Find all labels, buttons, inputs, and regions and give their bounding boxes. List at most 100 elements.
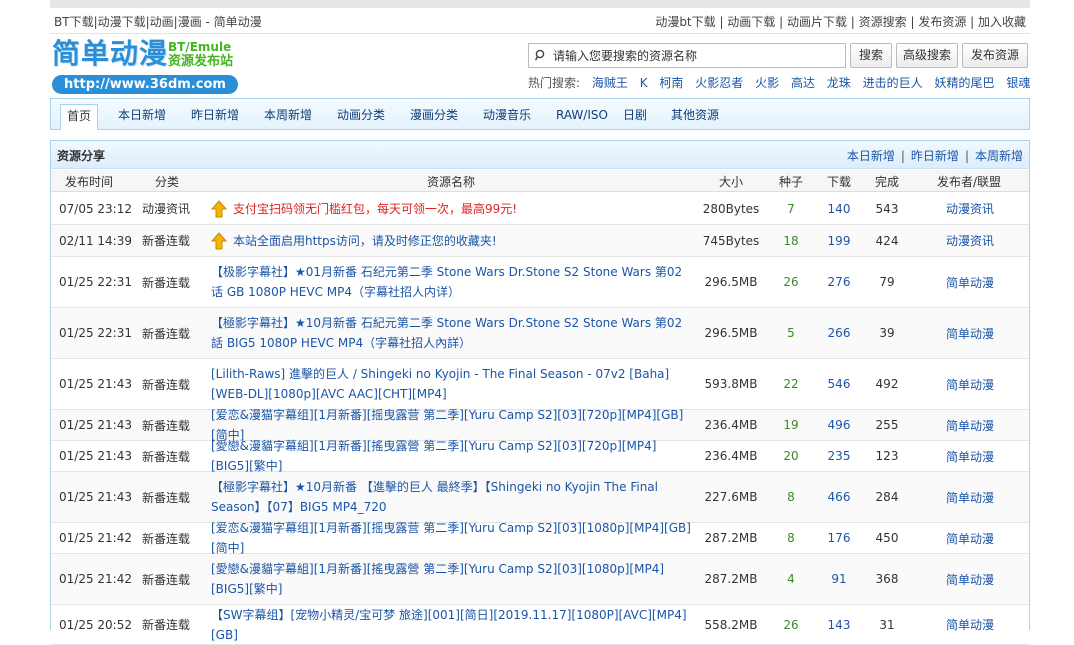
row-category-text[interactable]: 新番连载: [142, 530, 190, 547]
row-category[interactable]: 新番连载: [131, 359, 201, 409]
row-category-text[interactable]: 新番连载: [142, 448, 190, 465]
row-name-text[interactable]: [Lilith-Raws] 進擊的巨人 / Shingeki no Kyojin…: [211, 364, 691, 404]
row-category[interactable]: 动漫资讯: [131, 193, 201, 224]
row-name-text[interactable]: 支付宝扫码领无门槛红包，每天可领一次，最高99元!: [233, 199, 517, 219]
hot-keyword[interactable]: 进击的巨人: [863, 76, 923, 90]
row-category-text[interactable]: 新番连载: [142, 232, 190, 249]
row-publisher[interactable]: 简单动漫: [919, 472, 1021, 522]
nav-item-week[interactable]: 本周新增: [264, 105, 312, 129]
nav-item-manga[interactable]: 漫画分类: [410, 105, 458, 129]
row-name-text[interactable]: 【極影字幕社】★10月新番 【進擊的巨人 最終季】【Shingeki no Ky…: [211, 477, 691, 517]
row-publisher-text[interactable]: 动漫资讯: [946, 232, 994, 249]
row-publisher[interactable]: 动漫资讯: [919, 225, 1021, 256]
hot-keyword[interactable]: 柯南: [659, 76, 683, 90]
row-publisher-text[interactable]: 简单动漫: [946, 530, 994, 547]
row-name[interactable]: [愛戀&漫貓字幕組][1月新番][搖曳露營 第二季][Yuru Camp S2]…: [211, 554, 691, 604]
nav-item-other[interactable]: 其他资源: [671, 105, 719, 129]
col-size[interactable]: 大小: [719, 173, 743, 190]
search-input[interactable]: [553, 45, 843, 66]
row-category-text[interactable]: 新番连载: [142, 489, 190, 506]
row-name[interactable]: 支付宝扫码领无门槛红包，每天可领一次，最高99元!: [211, 193, 691, 224]
row-name[interactable]: [愛戀&漫貓字幕組][1月新番][搖曳露營 第二季][Yuru Camp S2]…: [211, 439, 691, 473]
row-publisher[interactable]: 简单动漫: [919, 359, 1021, 409]
row-category[interactable]: 新番连载: [131, 472, 201, 522]
row-category-text[interactable]: 新番连载: [142, 376, 190, 393]
publish-button[interactable]: 发布资源: [962, 43, 1028, 68]
row-publisher-text[interactable]: 简单动漫: [946, 489, 994, 506]
row-category-text[interactable]: 新番连载: [142, 417, 190, 434]
row-publisher-text[interactable]: 动漫资讯: [946, 200, 994, 217]
row-category[interactable]: 新番连载: [131, 441, 201, 471]
row-name[interactable]: 本站全面启用https访问，请及时修正您的收藏夹!: [211, 225, 691, 256]
nav-item-drama[interactable]: 日剧: [623, 105, 647, 129]
hot-keyword[interactable]: 龙珠: [827, 76, 851, 90]
hot-keyword[interactable]: K: [640, 76, 648, 90]
nav-item-music[interactable]: 动漫音乐: [483, 105, 531, 129]
row-name[interactable]: 【極影字幕社】★10月新番 【進擊的巨人 最終季】【Shingeki no Ky…: [211, 472, 691, 522]
row-publisher[interactable]: 动漫资讯: [919, 193, 1021, 224]
search-button[interactable]: 搜索: [850, 43, 892, 68]
nav-item-raw[interactable]: RAW/ISO: [556, 105, 608, 129]
nav-item-yesterday[interactable]: 昨日新增: [191, 105, 239, 129]
row-name[interactable]: [爱恋&漫猫字幕组][1月新番][摇曳露营 第二季][Yuru Camp S2]…: [211, 521, 691, 555]
panel-link-week[interactable]: 本周新增: [975, 149, 1023, 163]
row-category[interactable]: 新番连载: [131, 605, 201, 644]
row-name[interactable]: 【极影字幕社】★01月新番 石纪元第二季 Stone Wars Dr.Stone…: [211, 257, 691, 307]
row-name[interactable]: [Lilith-Raws] 進擊的巨人 / Shingeki no Kyojin…: [211, 359, 691, 409]
row-name-text[interactable]: [爱恋&漫猫字幕组][1月新番][摇曳露营 第二季][Yuru Camp S2]…: [211, 518, 691, 558]
row-name-text[interactable]: [愛戀&漫貓字幕組][1月新番][搖曳露營 第二季][Yuru Camp S2]…: [211, 559, 691, 599]
site-links[interactable]: BT下载|动漫下载|动画|漫画 - 简单动漫: [54, 13, 262, 30]
row-publisher[interactable]: 简单动漫: [919, 605, 1021, 644]
row-publisher-text[interactable]: 简单动漫: [946, 448, 994, 465]
col-seed[interactable]: 种子: [779, 173, 803, 190]
nav-item-today[interactable]: 本日新增: [118, 105, 166, 129]
site-logo[interactable]: 简单动漫 BT/Emule 资源发布站 http://www.36dm.com: [52, 38, 242, 96]
row-name-text[interactable]: 【SW字幕组】[宠物小精灵/宝可梦 旅途][001][简日][2019.11.1…: [211, 605, 691, 645]
row-publisher[interactable]: 简单动漫: [919, 441, 1021, 471]
row-category[interactable]: 新番连载: [131, 308, 201, 358]
col-publisher[interactable]: 发布者/联盟: [937, 173, 1001, 190]
nav-item-anime[interactable]: 动画分类: [337, 105, 385, 129]
nav-item-home[interactable]: 首页: [60, 104, 99, 130]
row-category-text[interactable]: 新番连载: [142, 325, 190, 342]
row-category-text[interactable]: 新番连载: [142, 571, 190, 588]
col-download[interactable]: 下载: [827, 173, 851, 190]
row-publisher-text[interactable]: 简单动漫: [946, 274, 994, 291]
hot-keyword[interactable]: 火影忍者: [695, 76, 743, 90]
row-name-text[interactable]: 本站全面启用https访问，请及时修正您的收藏夹!: [233, 231, 497, 251]
hot-keyword[interactable]: 海贼王: [592, 76, 628, 90]
row-category-text[interactable]: 新番连载: [142, 274, 190, 291]
row-category[interactable]: 新番连载: [131, 257, 201, 307]
row-publisher[interactable]: 简单动漫: [919, 257, 1021, 307]
row-category[interactable]: 新番连载: [131, 554, 201, 604]
row-name-text[interactable]: [愛戀&漫貓字幕組][1月新番][搖曳露營 第二季][Yuru Camp S2]…: [211, 436, 691, 476]
row-publisher-text[interactable]: 简单动漫: [946, 417, 994, 434]
hot-keyword[interactable]: 火影: [755, 76, 779, 90]
col-done[interactable]: 完成: [875, 173, 899, 190]
row-name-text[interactable]: 【極影字幕社】★10月新番 石紀元第二季 Stone Wars Dr.Stone…: [211, 313, 691, 353]
row-publisher-text[interactable]: 简单动漫: [946, 376, 994, 393]
hot-keyword[interactable]: 高达: [791, 76, 815, 90]
panel-link-today[interactable]: 本日新增: [847, 149, 895, 163]
row-name-text[interactable]: 【极影字幕社】★01月新番 石纪元第二季 Stone Wars Dr.Stone…: [211, 262, 691, 302]
hot-keyword[interactable]: 银魂: [1006, 76, 1030, 90]
panel-link-yesterday[interactable]: 昨日新增: [911, 149, 959, 163]
col-category[interactable]: 分类: [155, 173, 179, 190]
row-category-text[interactable]: 动漫资讯: [142, 200, 190, 217]
row-publisher-text[interactable]: 简单动漫: [946, 325, 994, 342]
row-publisher-text[interactable]: 简单动漫: [946, 571, 994, 588]
row-publisher[interactable]: 简单动漫: [919, 308, 1021, 358]
row-category[interactable]: 新番连载: [131, 523, 201, 553]
row-category-text[interactable]: 新番连载: [142, 616, 190, 633]
advanced-search-button[interactable]: 高级搜索: [896, 43, 958, 68]
col-name[interactable]: 资源名称: [427, 173, 475, 190]
quick-links[interactable]: 动漫bt下载 | 动画下载 | 动画片下载 | 资源搜索 | 发布资源 | 加入…: [655, 13, 1026, 30]
row-publisher-text[interactable]: 简单动漫: [946, 616, 994, 633]
row-category[interactable]: 新番连载: [131, 225, 201, 256]
row-publisher[interactable]: 简单动漫: [919, 554, 1021, 604]
hot-keyword[interactable]: 妖精的尾巴: [934, 76, 994, 90]
row-publisher[interactable]: 简单动漫: [919, 410, 1021, 440]
row-name[interactable]: 【SW字幕组】[宠物小精灵/宝可梦 旅途][001][简日][2019.11.1…: [211, 605, 691, 644]
row-name[interactable]: 【極影字幕社】★10月新番 石紀元第二季 Stone Wars Dr.Stone…: [211, 308, 691, 358]
row-publisher[interactable]: 简单动漫: [919, 523, 1021, 553]
